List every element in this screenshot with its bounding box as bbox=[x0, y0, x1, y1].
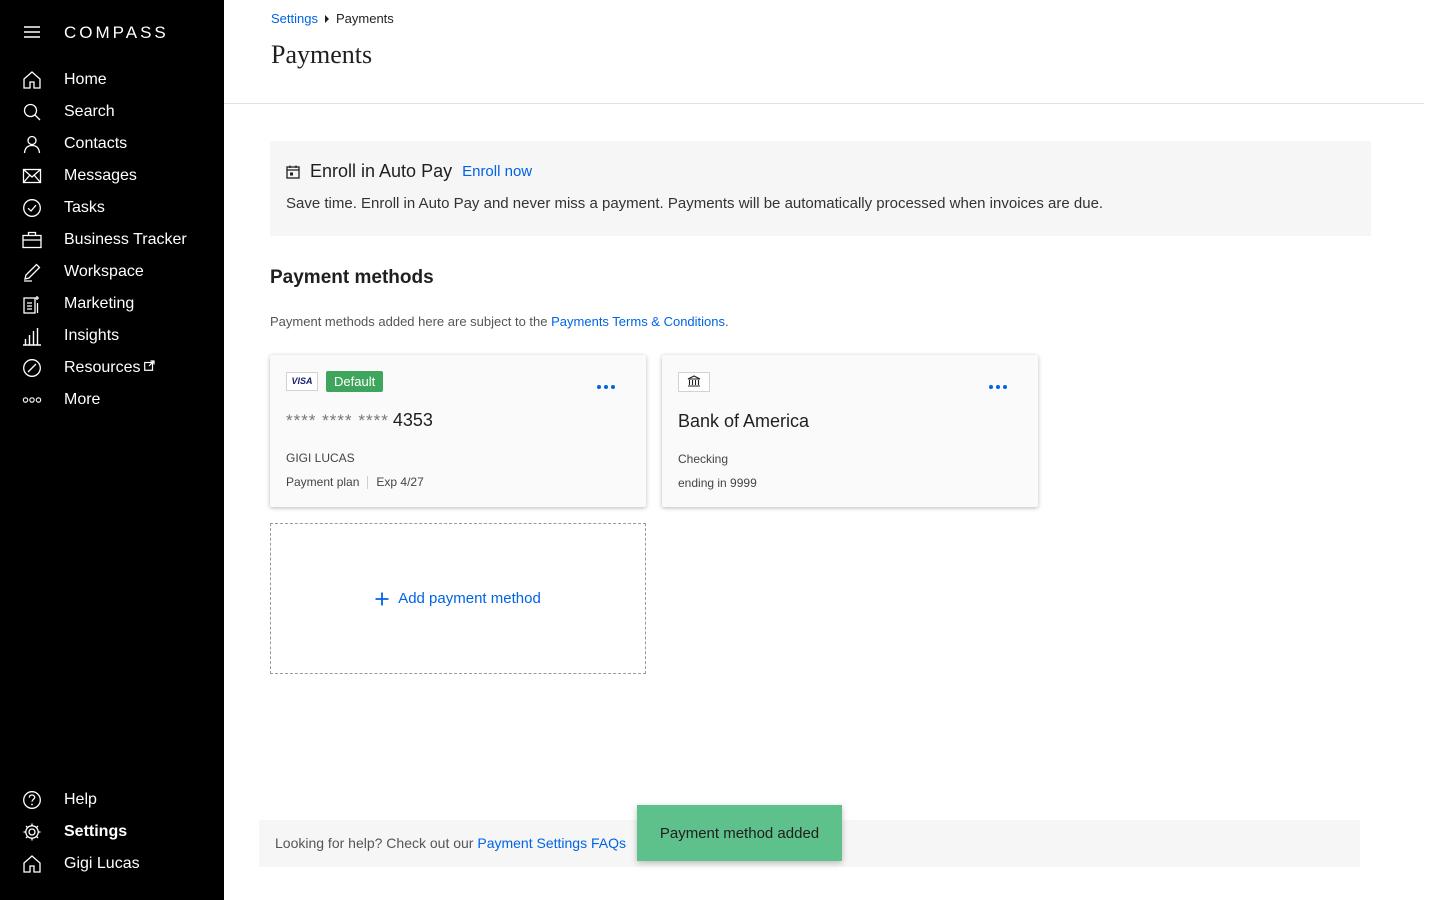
caret-right-icon bbox=[324, 14, 329, 23]
check-circle-icon bbox=[23, 199, 41, 217]
sidebar-item-label: Marketing bbox=[64, 295, 135, 312]
sidebar-item-more[interactable]: More bbox=[0, 384, 224, 416]
help-prefix: Looking for help? Check out our bbox=[275, 835, 478, 851]
add-payment-method-label: Add payment method bbox=[398, 590, 541, 607]
home-icon bbox=[23, 855, 41, 873]
toast-notification: Payment method added bbox=[637, 805, 842, 861]
account-ending: ending in 9999 bbox=[678, 476, 757, 490]
sidebar-item-search[interactable]: Search bbox=[0, 96, 224, 128]
breadcrumb-settings-link[interactable]: Settings bbox=[271, 11, 318, 26]
sidebar-item-label: Workspace bbox=[64, 263, 144, 280]
sidebar-item-label: Contacts bbox=[64, 135, 128, 152]
autopay-description: Save time. Enroll in Auto Pay and never … bbox=[286, 195, 1104, 212]
card-number: **** **** **** 4353 bbox=[286, 410, 433, 431]
payment-methods-subtitle: Payment methods added here are subject t… bbox=[270, 314, 729, 329]
compass-logo[interactable]: COMPASS bbox=[64, 23, 169, 43]
home-icon bbox=[23, 71, 41, 89]
autopay-title: Enroll in Auto Pay bbox=[310, 161, 453, 181]
sidebar-item-messages[interactable]: Messages bbox=[0, 160, 224, 192]
subtitle-suffix: . bbox=[725, 314, 729, 329]
sidebar-item-label: Tasks bbox=[64, 199, 105, 216]
help-text: Looking for help? Check out our Payment … bbox=[275, 835, 626, 851]
cardholder-name: GIGI LUCAS bbox=[286, 451, 355, 465]
calendar-icon bbox=[286, 165, 300, 179]
contacts-icon bbox=[23, 135, 41, 154]
sidebar-item-insights[interactable]: Insights bbox=[0, 320, 224, 352]
sidebar-item-label: Messages bbox=[64, 167, 137, 184]
autopay-title-row: Enroll in Auto Pay Enroll now bbox=[286, 161, 532, 182]
sidebar-item-home[interactable]: Home bbox=[0, 64, 224, 96]
payment-methods-heading: Payment methods bbox=[270, 267, 434, 288]
card-number-mask: **** **** **** bbox=[286, 411, 389, 430]
add-payment-method-content: Add payment method bbox=[375, 590, 541, 607]
page-title: Payments bbox=[271, 40, 373, 69]
mail-icon bbox=[22, 168, 42, 184]
bank-building-icon bbox=[687, 375, 701, 387]
sidebar-item-label: Home bbox=[64, 71, 107, 88]
sidebar-item-label: Insights bbox=[64, 327, 120, 344]
card-meta: Payment plan Exp 4/27 bbox=[286, 475, 424, 489]
briefcase-icon bbox=[22, 231, 42, 249]
hamburger-menu-icon[interactable] bbox=[22, 22, 42, 42]
sidebar-item-business-tracker[interactable]: Business Tracker bbox=[0, 224, 224, 256]
sidebar-item-label: Settings bbox=[64, 823, 128, 840]
sidebar-item-profile[interactable]: Gigi Lucas bbox=[0, 848, 224, 880]
card-last4: 4353 bbox=[392, 410, 433, 430]
enroll-now-link[interactable]: Enroll now bbox=[462, 163, 532, 180]
sidebar-item-label: More bbox=[64, 391, 101, 408]
page-header: Settings Payments Payments bbox=[224, 0, 1424, 104]
more-dots-icon bbox=[22, 397, 42, 403]
gear-icon bbox=[23, 823, 41, 841]
sidebar: COMPASS Home Search Contacts Messages Ta… bbox=[0, 0, 224, 900]
add-payment-method-button[interactable]: Add payment method bbox=[270, 523, 646, 674]
sidebar-item-tasks[interactable]: Tasks bbox=[0, 192, 224, 224]
sidebar-item-resources[interactable]: Resources bbox=[0, 352, 224, 384]
more-options-icon[interactable] bbox=[986, 377, 1010, 397]
plus-icon bbox=[375, 592, 389, 605]
default-badge: Default bbox=[326, 371, 384, 392]
resources-label-text: Resources bbox=[64, 359, 141, 376]
bank-name: Bank of America bbox=[678, 411, 810, 431]
sidebar-item-marketing[interactable]: Marketing bbox=[0, 288, 224, 320]
sidebar-item-label: Business Tracker bbox=[64, 231, 187, 248]
subtitle-prefix: Payment methods added here are subject t… bbox=[270, 314, 552, 329]
visa-logo-icon: VISA bbox=[286, 372, 318, 391]
search-icon bbox=[23, 103, 41, 121]
sidebar-item-label: Resources bbox=[64, 358, 156, 378]
bank-icon bbox=[678, 372, 710, 392]
pencil-icon bbox=[24, 263, 41, 282]
payment-faqs-link[interactable]: Payment Settings FAQs bbox=[477, 835, 626, 851]
bar-chart-icon bbox=[23, 328, 41, 346]
sidebar-nav: Home Search Contacts Messages Tasks Busi… bbox=[0, 64, 224, 416]
breadcrumb: Settings Payments bbox=[271, 11, 394, 26]
sidebar-item-contacts[interactable]: Contacts bbox=[0, 128, 224, 160]
external-link-icon bbox=[144, 360, 156, 371]
autopay-banner: Enroll in Auto Pay Enroll now Save time.… bbox=[270, 141, 1371, 236]
sidebar-bottom-nav: Help Settings Gigi Lucas bbox=[0, 784, 224, 880]
sidebar-item-label: Help bbox=[64, 791, 97, 808]
account-type: Checking bbox=[678, 452, 729, 466]
meta-divider bbox=[367, 475, 369, 489]
sidebar-item-workspace[interactable]: Workspace bbox=[0, 256, 224, 288]
breadcrumb-current: Payments bbox=[335, 11, 394, 26]
payments-terms-link[interactable]: Payments Terms & Conditions bbox=[551, 314, 725, 329]
bank-account-card[interactable]: Bank of America Checking ending in 9999 bbox=[662, 355, 1038, 507]
help-icon bbox=[23, 791, 41, 809]
sidebar-item-settings[interactable]: Settings bbox=[0, 816, 224, 848]
visa-card[interactable]: VISA Default **** **** **** 4353 GIGI LUC… bbox=[270, 355, 646, 507]
more-options-icon[interactable] bbox=[594, 377, 618, 397]
sidebar-item-label: Search bbox=[64, 103, 115, 120]
sidebar-header: COMPASS bbox=[0, 0, 224, 64]
sidebar-item-label: Gigi Lucas bbox=[64, 855, 140, 872]
compass-icon bbox=[23, 359, 41, 377]
card-expiry: Exp 4/27 bbox=[376, 475, 424, 489]
payment-plan-label: Payment plan bbox=[286, 475, 360, 489]
marketing-icon bbox=[23, 296, 39, 314]
sidebar-item-help[interactable]: Help bbox=[0, 784, 224, 816]
